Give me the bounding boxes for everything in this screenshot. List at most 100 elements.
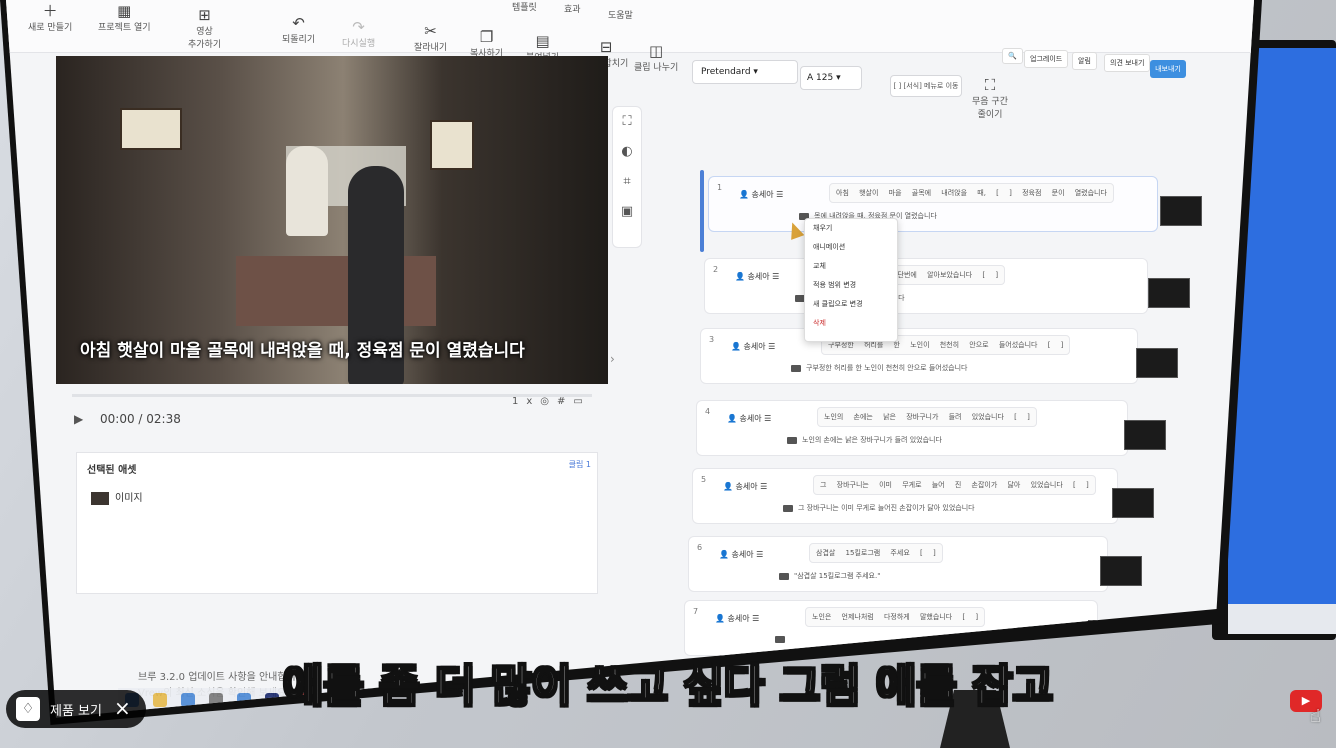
clip-row[interactable]: 3 👤 송세아 ☰ 구부정한 허리를 한 노인이 천천히 안으로 들어섰습니다 [ … bbox=[700, 328, 1138, 384]
font-select[interactable]: Pretendard ▾ bbox=[692, 60, 798, 84]
undo-button[interactable]: ↶ 되돌리기 bbox=[282, 14, 315, 45]
grid-icon[interactable]: # bbox=[557, 396, 573, 407]
menu-item-animation[interactable]: 애니메이션 bbox=[805, 238, 897, 257]
word-chips[interactable]: 노인의 손에는 낡은 장바구니가 들려 있었습니다 [ ] bbox=[817, 407, 1037, 427]
preview-side-tools: ⛶ ◐ ⌗ ▣ bbox=[612, 106, 642, 248]
clip-row[interactable]: 5 👤 송세아 ☰ 그 장바구니는 이미 무게로 늘어 진 손잡이가 닳아 있었습니… bbox=[692, 468, 1118, 524]
subtitle-line[interactable]: 노인의 손에는 낡은 장바구니가 들려 있었습니다 bbox=[787, 435, 942, 445]
subtitle-line[interactable]: 그 장바구니는 이미 무게로 늘어진 손잡이가 닳아 있었습니다 bbox=[783, 503, 975, 513]
redo-button[interactable]: ↷ 다시실행 bbox=[342, 18, 375, 49]
caption-icon bbox=[791, 364, 801, 372]
video-preview[interactable]: 아침 햇살이 마을 골목에 내려앉을 때, 정육점 문이 열렸습니다 bbox=[56, 56, 608, 384]
app-window: ＋ 새로 만들기 ▦ 프로젝트 열기 ⊞ 영상 추가하기 ↶ 되돌리기 ↷ 다시실행 ✂ 잘… bbox=[6, 0, 1254, 718]
play-icon[interactable]: ▶ bbox=[74, 412, 83, 426]
clip-thumbnail[interactable] bbox=[1124, 420, 1166, 450]
clip-row[interactable]: 6 👤 송세아 ☰ 삼겹살 15킬로그램 주세요 [ ] "삼겹살 15킬로그램 주세… bbox=[688, 536, 1108, 592]
clip-thumbnail[interactable] bbox=[1148, 278, 1190, 308]
feedback-button[interactable]: 의견 보내기 bbox=[1104, 54, 1151, 72]
menu-templates[interactable]: 템플릿 bbox=[512, 0, 537, 13]
panel-title: 선택된 애셋 bbox=[87, 465, 137, 476]
subtitle-line[interactable] bbox=[775, 635, 790, 643]
speaker-label[interactable]: 👤 송세아 ☰ bbox=[719, 549, 763, 560]
speaker-label[interactable]: 👤 송세아 ☰ bbox=[727, 413, 771, 424]
menu-help[interactable]: 도움말 bbox=[608, 8, 633, 21]
asset-item[interactable]: 이미지 bbox=[91, 489, 143, 505]
menu-item-delete[interactable]: 삭제 bbox=[805, 314, 897, 333]
clip-number: 3 bbox=[709, 335, 715, 344]
fill-icon[interactable]: ⛶ bbox=[613, 107, 641, 137]
scene-background bbox=[56, 56, 608, 384]
clip-thumbnail[interactable] bbox=[1100, 556, 1142, 586]
undo-icon: ↶ bbox=[292, 14, 305, 32]
clip-row[interactable]: 2👤 송세아 ☰익숙한 발걸음을 단번에 알아보았습니다 [ ]발걸음을 단번에… bbox=[704, 258, 1148, 314]
product-view-button[interactable]: ♢ 제품 보기 × bbox=[6, 690, 146, 728]
clipboard-icon: ▤ bbox=[535, 32, 550, 50]
clip-number: 4 bbox=[705, 407, 711, 416]
clapper-icon: ▦ bbox=[117, 2, 132, 20]
clip-thumbnail[interactable] bbox=[1160, 196, 1202, 226]
scene-sign bbox=[120, 108, 182, 150]
menu-effects[interactable]: 효과 bbox=[564, 2, 581, 15]
speed-button[interactable]: 1x bbox=[512, 396, 540, 407]
collapse-chevron-icon[interactable]: › bbox=[610, 352, 615, 366]
font-size-select[interactable]: A 125 ▾ bbox=[800, 66, 862, 90]
word-chips[interactable]: 삼겹살 15킬로그램 주세요 [ ] bbox=[809, 543, 943, 563]
clip-row[interactable]: 1 👤 송세아 ☰ 아침 햇살이 마을 골목에 내려앉을 때, [ ] 정육점 문이… bbox=[708, 176, 1158, 232]
crop-icon[interactable]: ⌗ bbox=[613, 167, 641, 197]
subtitle-icon[interactable]: ▭ bbox=[573, 396, 590, 407]
open-project-button[interactable]: ▦ 프로젝트 열기 bbox=[98, 2, 151, 33]
menu-item-replace[interactable]: 교체 bbox=[805, 257, 897, 276]
new-button[interactable]: ＋ 새로 만들기 bbox=[28, 2, 72, 33]
menu-item-scope[interactable]: 적용 범위 변경 bbox=[805, 276, 897, 295]
image-icon[interactable]: ▣ bbox=[613, 197, 641, 227]
playback-controls: 1x◎#▭ bbox=[512, 396, 591, 407]
reduce-silence-button[interactable]: ⛶ 무음 구간 줄이기 bbox=[972, 76, 1008, 120]
cut-button[interactable]: ✂ 잘라내기 bbox=[414, 22, 447, 53]
font-size-icon: A bbox=[807, 73, 817, 83]
upgrade-button[interactable]: 업그레이드 bbox=[1024, 50, 1069, 68]
clip-row[interactable]: 4 👤 송세아 ☰ 노인의 손에는 낡은 장바구니가 들려 있었습니다 [ ] 노인의… bbox=[696, 400, 1128, 456]
word-chips[interactable]: 그 장바구니는 이미 무게로 늘어 진 손잡이가 닳아 있었습니다 [ ] bbox=[813, 475, 1096, 495]
notification-button[interactable]: 알림 bbox=[1072, 52, 1097, 70]
second-monitor-taskbar bbox=[1228, 604, 1336, 634]
caption-icon bbox=[783, 504, 793, 512]
caption-icon bbox=[787, 436, 797, 444]
split-icon: ◫ bbox=[649, 42, 664, 60]
subtitle-line[interactable]: "삼겹살 15킬로그램 주세요." bbox=[779, 571, 880, 581]
selected-asset-panel: 선택된 애셋 클립 1 이미지 bbox=[76, 452, 598, 594]
product-logo-icon: ♢ bbox=[16, 697, 40, 721]
main-monitor: ＋ 새로 만들기 ▦ 프로젝트 열기 ⊞ 영상 추가하기 ↶ 되돌리기 ↷ 다시실행 ✂ 잘… bbox=[0, 0, 1262, 725]
video-caption: 애를 좀 더 많이 쓰고 싶다 그럼 애를 잡고 bbox=[282, 660, 1054, 713]
word-chips[interactable]: 노인은 언제나처럼 다정하게 말했습니다 [ ] bbox=[805, 607, 986, 627]
speaker-label[interactable]: 👤 송세아 ☰ bbox=[715, 613, 759, 624]
menu-item-fill[interactable]: 채우기 bbox=[805, 219, 897, 238]
split-clip-button[interactable]: ◫ 클립 나누기 bbox=[634, 42, 678, 73]
search-icon[interactable]: 🔍 bbox=[1002, 48, 1023, 64]
time-display: 00:00 / 02:38 bbox=[100, 412, 181, 426]
player-controls: ▶ 00:00 / 02:38 1x◎#▭ bbox=[60, 388, 600, 438]
speaker-label[interactable]: 👤 송세아 ☰ bbox=[723, 481, 767, 492]
format-menu-button[interactable]: [ ] [서식] 메뉴로 이동 bbox=[890, 75, 962, 97]
clip-thumbnail[interactable] bbox=[1136, 348, 1178, 378]
scissors-icon: ✂ bbox=[424, 22, 437, 40]
speaker-label[interactable]: 👤 송세아 ☰ bbox=[731, 341, 775, 352]
add-video-button[interactable]: ⊞ 영상 추가하기 bbox=[188, 6, 221, 50]
copy-icon: ❐ bbox=[479, 28, 494, 46]
word-chips[interactable]: 아침 햇살이 마을 골목에 내려앉을 때, [ ] 정육점 문이 열렸습니다 bbox=[829, 183, 1114, 203]
close-icon[interactable]: × bbox=[114, 696, 131, 720]
plus-icon: ＋ bbox=[42, 2, 58, 20]
context-menu: 채우기 애니메이션 교체 적용 범위 변경 새 클립으로 변경 삭제 bbox=[804, 218, 898, 342]
layers-icon[interactable]: ◐ bbox=[613, 137, 641, 167]
silence-icon: ⛶ bbox=[984, 76, 996, 94]
menu-item-new-clip[interactable]: 새 클립으로 변경 bbox=[805, 295, 897, 314]
speaker-label[interactable]: 👤 송세아 ☰ bbox=[739, 189, 783, 200]
copy-button[interactable]: ❐ 복사하기 bbox=[470, 28, 503, 59]
subtitle-line[interactable]: 구부정한 허리를 한 노인이 천천히 안으로 들어섰습니다 bbox=[791, 363, 967, 373]
clip-thumbnail[interactable] bbox=[1112, 488, 1154, 518]
caption-icon bbox=[779, 572, 789, 580]
export-button[interactable]: 내보내기 bbox=[1150, 60, 1186, 78]
focus-icon[interactable]: ◎ bbox=[540, 396, 557, 407]
merge-icon: ⊟ bbox=[599, 38, 613, 56]
speaker-label[interactable]: 👤 송세아 ☰ bbox=[735, 271, 779, 282]
caption-icon bbox=[775, 635, 785, 643]
